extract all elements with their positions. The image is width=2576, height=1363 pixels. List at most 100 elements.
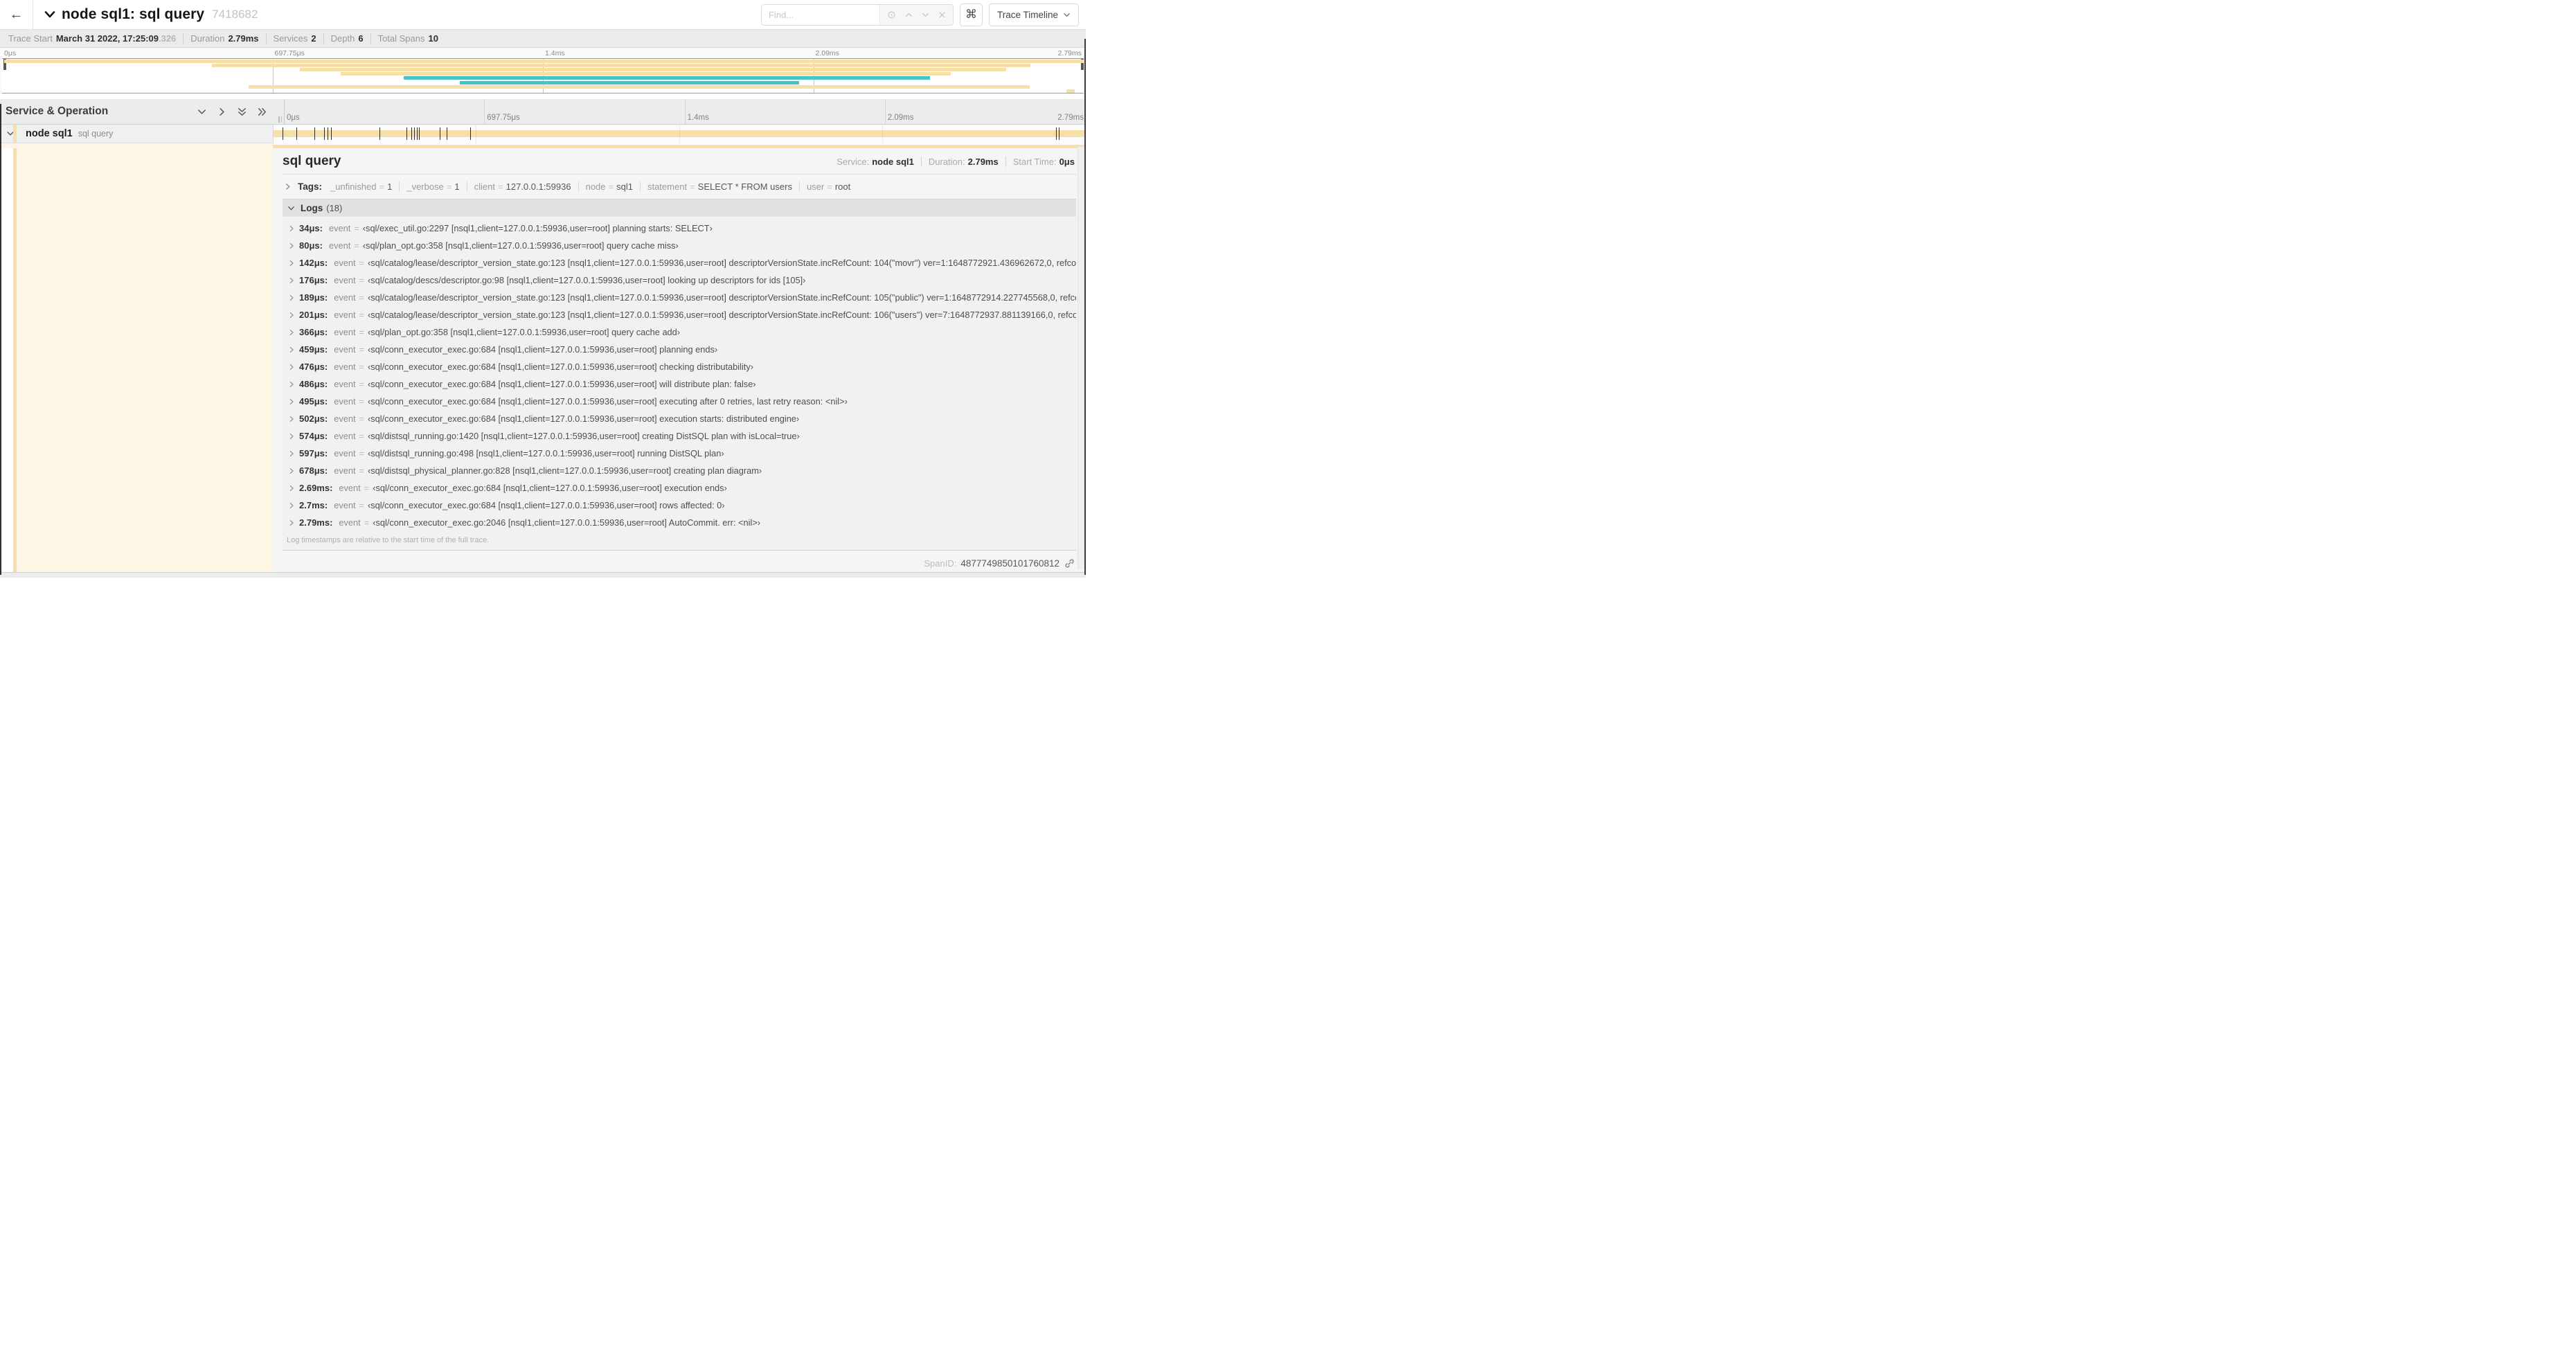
- log-marker-tick: [406, 127, 407, 140]
- tag-key: statement: [647, 181, 688, 192]
- log-field-key: event: [334, 413, 356, 424]
- next-match-icon[interactable]: [921, 10, 930, 19]
- log-row[interactable]: 2.69ms: event = ‹sql/conn_executor_exec.…: [284, 479, 1076, 497]
- logs-title: Logs: [301, 202, 323, 213]
- log-field-key: event: [334, 344, 356, 355]
- log-row[interactable]: 574μs: event = ‹sql/distsql_running.go:1…: [284, 427, 1076, 445]
- span-name-cell[interactable]: node sql1 sql query: [0, 125, 274, 143]
- tag-key: client: [474, 181, 496, 192]
- expand-all-icon[interactable]: [257, 107, 267, 117]
- log-equals: =: [359, 258, 364, 268]
- log-timestamp: 189μs:: [299, 292, 328, 303]
- log-marker-tick: [331, 127, 332, 140]
- summary-label: Depth: [330, 33, 355, 44]
- log-row[interactable]: 476μs: event = ‹sql/conn_executor_exec.g…: [284, 358, 1076, 375]
- log-timestamp: 201μs:: [299, 310, 328, 320]
- log-row[interactable]: 678μs: event = ‹sql/distsql_physical_pla…: [284, 462, 1076, 479]
- log-row[interactable]: 495μs: event = ‹sql/conn_executor_exec.g…: [284, 393, 1076, 410]
- expand-one-icon[interactable]: [217, 107, 227, 117]
- minimap-span-bar: [212, 64, 1031, 68]
- log-row[interactable]: 142μs: event = ‹sql/catalog/lease/descri…: [284, 254, 1076, 271]
- locate-icon[interactable]: [886, 10, 897, 20]
- summary-label: Trace Start: [8, 33, 53, 44]
- summary-item: Total Spans 10: [370, 33, 445, 44]
- tags-label: Tags:: [298, 181, 323, 192]
- log-marker-tick: [1056, 127, 1057, 140]
- minimap-span-bar: [4, 60, 1084, 63]
- expanded-row-accent-left: [0, 143, 273, 148]
- log-row[interactable]: 486μs: event = ‹sql/conn_executor_exec.g…: [284, 375, 1076, 393]
- span-detail-panel: sql query Service: node sql1 Duration: 2.7…: [273, 148, 1086, 572]
- trace-summary-bar: Trace Start March 31 2022, 17:25:09.326 D…: [0, 30, 1086, 48]
- trace-view-selector[interactable]: Trace Timeline: [988, 3, 1079, 26]
- span-duration-bar[interactable]: [274, 130, 1086, 137]
- log-row[interactable]: 366μs: event = ‹sql/plan_opt.go:358 [nsq…: [284, 323, 1076, 341]
- minimap-canvas[interactable]: [2, 58, 1084, 93]
- log-row[interactable]: 2.79ms: event = ‹sql/conn_executor_exec.…: [284, 514, 1076, 531]
- tag-item: user = root: [798, 181, 857, 192]
- find-input[interactable]: [761, 4, 879, 25]
- ruler-tick-label: 1.4ms: [545, 49, 565, 57]
- find-addon: [879, 4, 953, 25]
- log-field-key: event: [334, 310, 356, 320]
- log-field-key: event: [334, 258, 356, 268]
- chevron-right-icon: [288, 502, 295, 509]
- clear-find-icon[interactable]: [938, 10, 947, 19]
- tag-value: sql1: [616, 181, 633, 192]
- log-marker-tick: [470, 127, 472, 140]
- log-field-value: ‹sql/conn_executor_exec.go:684 [nsql1,cl…: [368, 500, 725, 510]
- link-icon[interactable]: [1064, 558, 1075, 569]
- timeline-gridline: [884, 99, 886, 124]
- log-row[interactable]: 80μs: event = ‹sql/plan_opt.go:358 [nsql…: [284, 237, 1076, 254]
- ruler-tick-label: 2.09ms: [887, 114, 914, 122]
- log-field-key: event: [334, 396, 356, 407]
- find-group: [760, 3, 954, 26]
- collapse-controls: [197, 107, 267, 117]
- detail-scrollbar-track[interactable]: [1077, 147, 1084, 569]
- spanid-row: SpanID: 4877749850101760812: [924, 558, 1075, 569]
- log-field-value: ‹sql/catalog/descs/descriptor.go:98 [nsq…: [368, 275, 806, 285]
- log-marker-tick: [414, 127, 415, 140]
- log-marker-tick: [417, 127, 418, 140]
- ruler-tick-label: 2.09ms: [815, 49, 839, 57]
- tag-key: node: [585, 181, 606, 192]
- chevron-down-icon[interactable]: [44, 10, 55, 19]
- span-timeline-cell[interactable]: [274, 125, 1086, 143]
- log-row[interactable]: 176μs: event = ‹sql/catalog/descs/descri…: [284, 271, 1076, 289]
- log-row[interactable]: 459μs: event = ‹sql/conn_executor_exec.g…: [284, 341, 1076, 358]
- minimap-span-bar: [299, 68, 1006, 72]
- log-row[interactable]: 597μs: event = ‹sql/distsql_running.go:4…: [284, 445, 1076, 462]
- chevron-right-icon: [288, 364, 295, 371]
- log-row[interactable]: 189μs: event = ‹sql/catalog/lease/descri…: [284, 289, 1076, 306]
- column-resizer-handle[interactable]: [278, 116, 282, 123]
- log-row[interactable]: 502μs: event = ‹sql/conn_executor_exec.g…: [284, 410, 1076, 427]
- collapse-all-icon[interactable]: [237, 107, 247, 117]
- summary-value-fraction: .326: [158, 33, 177, 44]
- arrow-left-icon: ←: [9, 6, 24, 22]
- logs-header[interactable]: Logs (18): [283, 199, 1076, 216]
- tag-value: 127.0.0.1:59936: [506, 181, 571, 192]
- tag-item: client = 127.0.0.1:59936: [466, 181, 578, 192]
- log-timestamp: 176μs:: [299, 275, 328, 285]
- back-button[interactable]: ←: [0, 0, 33, 29]
- log-field-key: event: [334, 431, 356, 441]
- keyboard-shortcuts-button[interactable]: ⌘: [959, 3, 983, 26]
- log-field-key: event: [334, 500, 356, 510]
- window-edge-right: [1084, 39, 1086, 575]
- log-row[interactable]: 34μs: event = ‹sql/exec_util.go:2297 [ns…: [284, 220, 1076, 237]
- timeline-ruler: 0μs 697.75μs 1.4ms 2.09ms 2.79ms: [285, 99, 1086, 124]
- log-row[interactable]: 201μs: event = ‹sql/catalog/lease/descri…: [284, 306, 1076, 323]
- chevron-right-icon: [288, 277, 295, 284]
- prev-match-icon[interactable]: [904, 10, 913, 19]
- ruler-tick-label: 0μs: [4, 49, 17, 57]
- log-equals: =: [364, 517, 370, 528]
- tags-accordion[interactable]: Tags: _unfinished = 1 _verbose = 1 client = 12…: [283, 179, 1076, 193]
- log-row[interactable]: 2.7ms: event = ‹sql/conn_executor_exec.g…: [284, 497, 1076, 514]
- ruler-tick-label: 697.75μs: [487, 114, 520, 122]
- meta-value: 0μs: [1059, 157, 1075, 167]
- ruler-tick-label: 697.75μs: [274, 49, 305, 57]
- log-field-value: ‹sql/distsql_running.go:498 [nsql1,clien…: [368, 448, 724, 458]
- collapse-one-icon[interactable]: [197, 107, 207, 117]
- logs-count: (18): [326, 202, 343, 213]
- log-timestamp: 574μs:: [299, 431, 328, 441]
